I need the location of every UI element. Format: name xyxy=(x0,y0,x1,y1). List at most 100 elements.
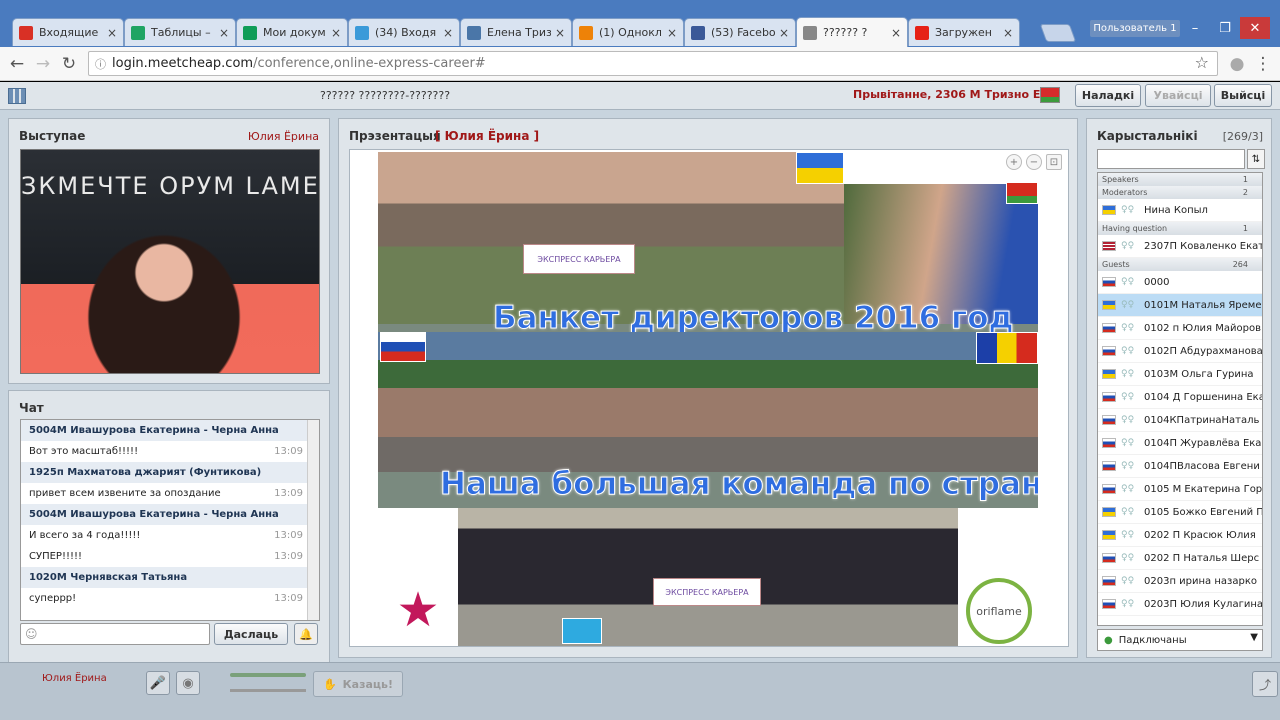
send-button[interactable]: Даслаць xyxy=(214,623,288,645)
user-group-header[interactable]: Guests 264 xyxy=(1098,258,1262,271)
country-flag-icon xyxy=(1102,438,1116,448)
reload-icon[interactable]: ↻ xyxy=(58,53,80,75)
close-tab-icon[interactable]: × xyxy=(555,26,565,40)
user-row[interactable]: ♀♀ 0000 xyxy=(1098,271,1262,294)
webcam-icon[interactable]: ◉ xyxy=(176,671,200,695)
browser-tab[interactable]: Мои докум × xyxy=(236,18,348,46)
user-row[interactable]: ♀♀ 0105 Божко Евгений П xyxy=(1098,501,1262,524)
close-tab-icon[interactable]: × xyxy=(891,26,901,40)
settings-button[interactable]: Наладкі xyxy=(1075,84,1141,107)
browser-tab[interactable]: Елена Триз × xyxy=(460,18,572,46)
login-button[interactable]: Увайсці xyxy=(1145,84,1211,107)
chat-message: И всего за 4 года!!!!! 13:09 xyxy=(21,525,319,546)
user-row[interactable]: ♀♀ 0203п ирина назарко xyxy=(1098,570,1262,593)
page-info-icon[interactable]: ⓘ xyxy=(95,56,106,72)
exit-button[interactable]: Выйсці xyxy=(1214,84,1272,107)
chat-message-time: 13:09 xyxy=(274,530,303,541)
country-flag-icon xyxy=(1102,461,1116,471)
close-tab-icon[interactable]: × xyxy=(219,26,229,40)
menu-icon[interactable]: ⋮ xyxy=(1252,53,1274,75)
close-tab-icon[interactable]: × xyxy=(331,26,341,40)
mic-level-slider[interactable] xyxy=(230,689,306,692)
zoom-in-icon[interactable]: + xyxy=(1006,154,1022,170)
user-row[interactable]: ♀♀ 2307П Коваленко Екат xyxy=(1098,235,1262,258)
extension-icon[interactable]: ● xyxy=(1226,53,1248,75)
chat-message-author[interactable]: 5004М Ивашурова Екатерина - Черна Анна xyxy=(21,504,319,525)
chat-message-time: 13:09 xyxy=(274,551,303,562)
video-backdrop-text: ЗКМЕЧТЕ ОРУМ LAME xyxy=(21,172,320,200)
browser-tab[interactable]: (1) Однокл × xyxy=(572,18,684,46)
volume-slider[interactable] xyxy=(230,673,306,677)
users-panel: Карыстальнікі [269/3] ⇅ Speakers 1 Moderat… xyxy=(1086,118,1272,658)
browser-tab-strip: Входящие × Таблицы – × Мои докум × (34) Входя ×… xyxy=(0,0,1280,47)
minimize-icon[interactable]: – xyxy=(1180,17,1210,39)
say-button[interactable]: ✋ Казаць! xyxy=(313,671,403,697)
forward-icon[interactable]: → xyxy=(32,53,54,75)
microphone-icon[interactable]: 🎤 xyxy=(146,671,170,695)
user-row[interactable]: ♀♀ Нина Копыл xyxy=(1098,199,1262,222)
user-list[interactable]: Speakers 1 Moderators 2 ♀♀ Нина Копыл Having q… xyxy=(1097,172,1263,626)
back-icon[interactable]: ← xyxy=(6,53,28,75)
user-row[interactable]: ♀♀ 0105 М Екатерина Гор xyxy=(1098,478,1262,501)
speaker-panel-title: Выступае xyxy=(19,129,86,143)
close-tab-icon[interactable]: × xyxy=(779,26,789,40)
browser-tab[interactable]: Входящие × xyxy=(12,18,124,46)
chat-message-list[interactable]: 5004М Ивашурова Екатерина - Черна Анна Во… xyxy=(20,419,320,621)
user-row[interactable]: ♀♀ 0103М Ольга Гурина xyxy=(1098,363,1262,386)
user-row[interactable]: ♀♀ 0202 П Наталья Шерс xyxy=(1098,547,1262,570)
user-row[interactable]: ♀♀ 0202 П Красюк Юлия xyxy=(1098,524,1262,547)
browser-tab[interactable]: (34) Входя × xyxy=(348,18,460,46)
chat-scrollbar[interactable] xyxy=(307,420,319,620)
user-row[interactable]: ♀♀ 0101М Наталья Яреме xyxy=(1098,294,1262,317)
oriflame-logo-text: oriflame xyxy=(976,604,1022,618)
close-tab-icon[interactable]: × xyxy=(107,26,117,40)
fit-size-icon[interactable]: ⊡ xyxy=(1046,154,1062,170)
share-icon[interactable]: ⤴ xyxy=(1252,671,1278,697)
user-row[interactable]: ♀♀ 0102 п Юлия Майоров xyxy=(1098,317,1262,340)
user-group-header[interactable]: Having question 1 xyxy=(1098,222,1262,235)
maximize-icon[interactable]: ❐ xyxy=(1210,17,1240,39)
user-group-header[interactable]: Speakers 1 xyxy=(1098,173,1262,186)
users-panel-title: Карыстальнікі xyxy=(1097,129,1198,143)
browser-tab[interactable]: (53) Facebo × xyxy=(684,18,796,46)
address-bar[interactable]: ⓘ login.meetcheap.com/conference,online-… xyxy=(88,51,1218,76)
chevron-down-icon[interactable]: ▼ xyxy=(1250,632,1258,643)
user-status-icon: ♀♀ xyxy=(1121,277,1135,287)
sort-icon[interactable]: ⇅ xyxy=(1247,149,1265,169)
user-row[interactable]: ♀♀ 0102П Абдурахманова xyxy=(1098,340,1262,363)
close-tab-icon[interactable]: × xyxy=(1003,26,1013,40)
chat-message-author[interactable]: 5004М Ивашурова Екатерина - Черна Анна xyxy=(21,420,319,441)
user-icon: ● xyxy=(1104,634,1113,646)
user-row[interactable]: ♀♀ 0104ПВласова Евгени xyxy=(1098,455,1262,478)
layout-grid-icon[interactable] xyxy=(8,88,26,104)
browser-tab[interactable]: Таблицы – × xyxy=(124,18,236,46)
profile-button[interactable]: Пользователь 1 xyxy=(1090,20,1180,37)
user-row[interactable]: ♀♀ 0104КПатринаНаталь xyxy=(1098,409,1262,432)
new-tab-button[interactable] xyxy=(1039,24,1077,42)
user-filter-select[interactable]: ● Падключаны ▼ xyxy=(1097,629,1263,651)
close-tab-icon[interactable]: × xyxy=(443,26,453,40)
bell-icon[interactable]: 🔔 xyxy=(294,623,318,645)
language-flag-icon[interactable] xyxy=(1040,87,1060,103)
user-row[interactable]: ♀♀ 0203П Юлия Кулагина xyxy=(1098,593,1262,616)
bookmark-star-icon[interactable]: ☆ xyxy=(1195,53,1209,72)
emoji-icon[interactable]: ☺ xyxy=(25,627,38,641)
chat-input[interactable]: ☺ xyxy=(20,623,210,645)
user-row[interactable]: ♀♀ 0104 Д Горшенина Ека xyxy=(1098,386,1262,409)
country-flag-icon xyxy=(1102,599,1116,609)
close-tab-icon[interactable]: × xyxy=(667,26,677,40)
user-row[interactable]: ♀♀ 0104П Журавлёва Ека xyxy=(1098,432,1262,455)
browser-tab[interactable]: Загружен × xyxy=(908,18,1020,46)
chat-message-author[interactable]: 1020М Чернявская Татьяна xyxy=(21,567,319,588)
zoom-out-icon[interactable]: − xyxy=(1026,154,1042,170)
user-group-header[interactable]: Moderators 2 xyxy=(1098,186,1262,199)
chat-message-time: 13:09 xyxy=(274,488,303,499)
sheets-icon xyxy=(243,25,257,40)
users-count: [269/3] xyxy=(1222,130,1263,143)
user-group-count: 1 xyxy=(1242,175,1248,184)
browser-tab[interactable]: ?????? ? × xyxy=(796,17,908,47)
user-search-input[interactable] xyxy=(1097,149,1245,169)
country-flag-icon xyxy=(1102,415,1116,425)
chat-message-author[interactable]: 1925п Махматова джарият (Фунтикова) xyxy=(21,462,319,483)
close-window-icon[interactable]: ✕ xyxy=(1240,17,1270,39)
